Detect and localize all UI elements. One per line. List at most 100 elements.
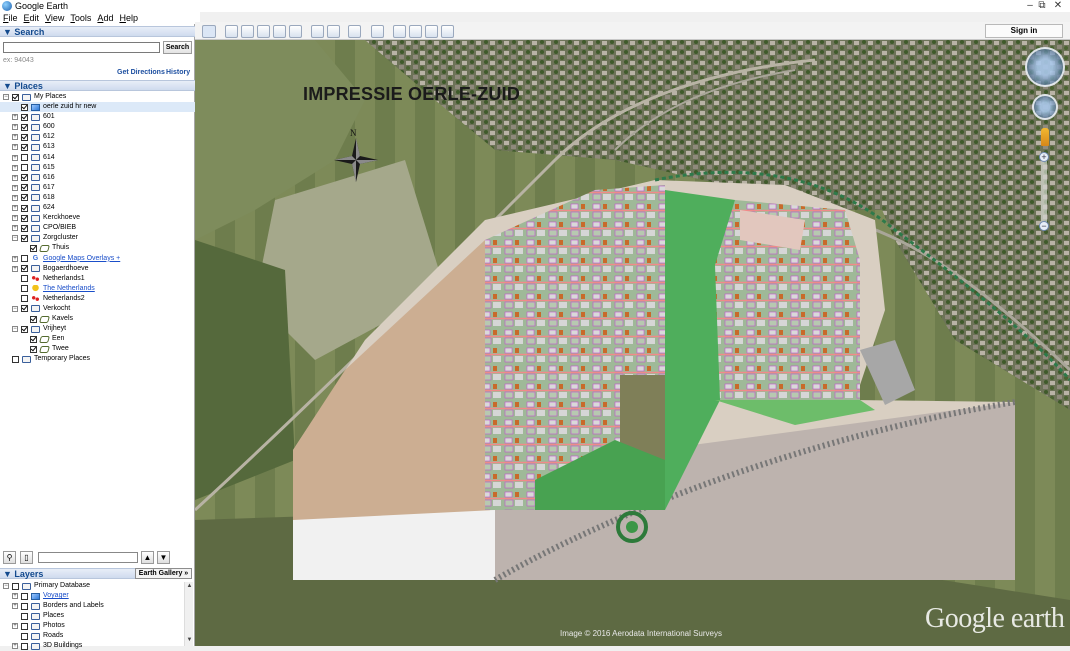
places-item[interactable]: Kavels	[0, 314, 195, 324]
visibility-checkbox[interactable]	[21, 194, 28, 202]
expand-icon[interactable]: +	[12, 144, 18, 151]
places-item[interactable]: + CPO/BIEB	[0, 223, 195, 233]
visibility-checkbox[interactable]	[21, 123, 28, 131]
scroll-down-icon[interactable]: ▼	[185, 636, 194, 645]
visibility-checkbox[interactable]	[21, 622, 28, 630]
visibility-checkbox[interactable]	[21, 255, 28, 262]
visibility-checkbox[interactable]	[12, 355, 19, 363]
historical-imagery-icon[interactable]	[311, 25, 324, 38]
visibility-checkbox[interactable]	[21, 204, 28, 212]
print-icon[interactable]	[409, 25, 422, 38]
collapse-icon[interactable]: −	[3, 94, 9, 100]
visibility-checkbox[interactable]	[30, 345, 37, 353]
visibility-checkbox[interactable]	[21, 234, 28, 242]
menu-help[interactable]: Help	[116, 12, 141, 24]
visibility-checkbox[interactable]	[21, 325, 28, 333]
places-item[interactable]: +613	[0, 142, 195, 152]
sidebar-toggle-icon[interactable]	[202, 25, 216, 38]
layers-item[interactable]: + Borders and Labels	[0, 601, 184, 611]
places-item[interactable]: +601	[0, 112, 195, 122]
visibility-checkbox[interactable]	[21, 154, 28, 162]
collapse-icon[interactable]: −	[12, 235, 18, 242]
expand-icon[interactable]: +	[12, 194, 18, 201]
record-tour-icon[interactable]	[289, 25, 302, 38]
ruler-icon[interactable]	[371, 25, 384, 38]
menu-file[interactable]: File	[0, 12, 21, 24]
view-in-maps-icon[interactable]	[441, 25, 454, 38]
add-path-icon[interactable]	[257, 25, 270, 38]
sunlight-icon[interactable]	[327, 25, 340, 38]
expand-icon[interactable]: +	[12, 124, 18, 131]
move-down-button[interactable]: ▼	[157, 551, 170, 564]
street-view-pegman-icon[interactable]	[1041, 128, 1049, 146]
places-item[interactable]: − Zorgcluster	[0, 233, 195, 243]
move-joystick-icon[interactable]	[1032, 94, 1058, 120]
places-item[interactable]: − My Places	[0, 92, 195, 102]
visibility-checkbox[interactable]	[21, 612, 28, 620]
visibility-checkbox[interactable]	[21, 143, 28, 151]
expand-icon[interactable]: +	[12, 643, 18, 649]
visibility-checkbox[interactable]	[21, 295, 28, 303]
expand-icon[interactable]: +	[12, 265, 18, 272]
visibility-checkbox[interactable]	[21, 224, 28, 232]
visibility-checkbox[interactable]	[21, 275, 28, 283]
expand-icon[interactable]: +	[12, 114, 18, 121]
places-filter-input[interactable]	[38, 552, 138, 563]
expand-icon[interactable]: +	[12, 134, 18, 141]
visibility-checkbox[interactable]	[21, 184, 28, 192]
expand-icon[interactable]: +	[12, 215, 18, 222]
visibility-checkbox[interactable]	[21, 174, 28, 182]
add-polygon-icon[interactable]	[241, 25, 254, 38]
close-button[interactable]: ✕	[1044, 0, 1070, 12]
move-up-button[interactable]: ▲	[141, 551, 154, 564]
search-button[interactable]: Search	[163, 41, 192, 54]
visibility-checkbox[interactable]	[21, 602, 28, 610]
places-item[interactable]: oerle zuid hr new	[0, 102, 195, 113]
sign-in-button[interactable]: Sign in	[985, 24, 1063, 38]
menu-view[interactable]: View	[42, 12, 67, 24]
earth-3d-view[interactable]: IMPRESSIE OERLE-ZUID N Image © 2016 Aero…	[195, 40, 1070, 646]
search-input[interactable]	[3, 42, 160, 53]
zoom-out-button[interactable]: −	[1039, 221, 1049, 231]
visibility-checkbox[interactable]	[12, 93, 19, 101]
visibility-checkbox[interactable]	[21, 265, 28, 273]
image-overlay-icon[interactable]	[273, 25, 286, 38]
places-item[interactable]: Twee	[0, 344, 195, 354]
visibility-checkbox[interactable]	[12, 582, 19, 590]
layers-item[interactable]: − Primary Database	[0, 581, 184, 591]
expand-icon[interactable]: +	[12, 184, 18, 191]
look-joystick-icon[interactable]	[1025, 47, 1065, 87]
visibility-checkbox[interactable]	[30, 315, 37, 323]
save-image-icon[interactable]	[425, 25, 438, 38]
menu-edit[interactable]: Edit	[21, 12, 43, 24]
layers-scrollbar[interactable]: ▲ ▼	[184, 582, 193, 646]
panel-toggle-icon[interactable]: ▯	[20, 551, 33, 564]
expand-icon[interactable]: +	[12, 593, 18, 599]
menu-add[interactable]: Add	[94, 12, 116, 24]
places-item[interactable]: +617	[0, 183, 195, 193]
visibility-checkbox[interactable]	[21, 214, 28, 222]
search-places-icon[interactable]: ⚲	[3, 551, 16, 564]
visibility-checkbox[interactable]	[21, 164, 28, 172]
expand-icon[interactable]: +	[12, 205, 18, 212]
places-item[interactable]: Temporary Places	[0, 354, 195, 364]
search-panel-header[interactable]: ▼ Search	[0, 26, 195, 37]
layers-panel-header[interactable]: ▼ Layers	[0, 568, 135, 579]
places-item[interactable]: The Netherlands	[0, 284, 195, 294]
places-item[interactable]: + Kerckhoeve	[0, 213, 195, 223]
menu-tools[interactable]: Tools	[67, 12, 94, 24]
places-item[interactable]: Netherlands1	[0, 274, 195, 284]
visibility-checkbox[interactable]	[30, 244, 37, 252]
collapse-icon[interactable]: −	[12, 305, 18, 312]
switch-planet-icon[interactable]	[348, 25, 361, 38]
places-item[interactable]: +618	[0, 193, 195, 203]
add-placemark-icon[interactable]	[225, 25, 238, 38]
earth-gallery-button[interactable]: Earth Gallery »	[135, 568, 192, 579]
places-panel-header[interactable]: ▼ Places	[0, 80, 195, 91]
places-item[interactable]: − Vrijheyt	[0, 324, 195, 334]
history-link[interactable]: History	[166, 69, 190, 76]
expand-icon[interactable]: +	[12, 164, 18, 171]
places-item[interactable]: + G Google Maps Overlays +	[0, 254, 195, 264]
visibility-checkbox[interactable]	[21, 632, 28, 640]
visibility-checkbox[interactable]	[30, 335, 37, 343]
